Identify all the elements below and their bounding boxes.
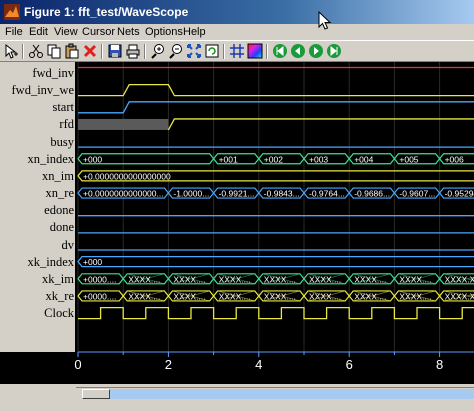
paste-icon[interactable] [64, 43, 80, 59]
bus-value-label: XXXX.... [264, 291, 296, 301]
menu-file[interactable]: File [5, 26, 23, 38]
bus-value-label: +0000.... [83, 274, 116, 284]
bus-value-label: XXXX.... [354, 274, 386, 284]
bus-value-label: -0.9764... [309, 189, 345, 199]
delete-icon[interactable] [82, 43, 98, 59]
horizontal-scrollbar[interactable] [76, 387, 474, 400]
signal-label[interactable]: start [0, 99, 74, 117]
clock-trace [78, 306, 474, 320]
bus-value-label: XXXX.... [354, 291, 386, 301]
signal-label[interactable]: fwd_inv [0, 65, 74, 83]
bus-value-label: +006 [445, 154, 464, 164]
bus-value-label: XXXX.... [219, 291, 251, 301]
scrollbar-track[interactable] [110, 389, 474, 399]
matlab-icon [4, 4, 20, 20]
time-axis-tick-label: 6 [346, 357, 353, 372]
bus-value-label: +000 [83, 257, 102, 267]
signal-trace [78, 84, 474, 97]
menu-help[interactable]: Help [183, 26, 206, 38]
signal-label[interactable]: fwd_inv_we [0, 82, 74, 100]
toolbar-separator [144, 44, 146, 59]
bus-value-label: -0.9843... [264, 189, 300, 199]
bus-value-label: +001 [219, 154, 238, 164]
first-icon[interactable] [272, 43, 288, 59]
bus-value-label: -0.952941... [445, 189, 474, 199]
bus-value-label: -1.0000... [173, 189, 209, 199]
menu-view[interactable]: View [54, 26, 78, 38]
bus-value-label: XXXX.... [128, 274, 160, 284]
signal-label[interactable]: xk_index [0, 253, 74, 271]
menu-options[interactable]: Options [145, 26, 183, 38]
menu-bar: File Edit View Cursor Nets Options Help [0, 24, 474, 40]
signal-label[interactable]: xn_im [0, 167, 74, 186]
window-titlebar[interactable]: Figure 1: fft_test/WaveScope [0, 0, 474, 24]
print-icon[interactable] [125, 43, 141, 59]
signal-trace [167, 118, 474, 131]
signal-label[interactable]: xk_re [0, 287, 74, 306]
bus-value-label: +003 [309, 154, 328, 164]
signal-label[interactable]: xn_re [0, 185, 74, 203]
menu-cursor[interactable]: Cursor [82, 26, 115, 38]
signal-label[interactable]: rfd [0, 116, 74, 134]
zoom-fit-icon[interactable] [186, 43, 202, 59]
signal-label[interactable]: xn_index [0, 150, 74, 168]
cut-icon[interactable] [28, 43, 44, 59]
bus-value-label: XXXX.... [309, 291, 341, 301]
window-title: Figure 1: fft_test/WaveScope [24, 5, 189, 19]
color-icon[interactable] [247, 43, 263, 59]
bus-value-label: +002 [264, 154, 283, 164]
bus-value-label: -0.9921... [219, 189, 255, 199]
bus-value-label: -0.9607... [399, 189, 435, 199]
bus-value-label: +000 [83, 154, 102, 164]
zoom-in-icon[interactable] [150, 43, 166, 59]
signal-label[interactable]: edone [0, 202, 74, 220]
next-icon[interactable] [308, 43, 324, 59]
save-icon[interactable] [107, 43, 123, 59]
bus-value-label: XXXX.... [264, 274, 296, 284]
time-axis-tick-label: 4 [255, 357, 262, 372]
menu-nets[interactable]: Nets [117, 26, 140, 38]
signal-label[interactable]: Clock [0, 305, 74, 323]
bus-value-label: XXXX.... [173, 274, 205, 284]
signal-label[interactable]: busy [0, 133, 74, 151]
signal-trace [78, 101, 474, 114]
toolbar-separator [22, 44, 24, 59]
bus-value-label: +005 [399, 154, 418, 164]
bus-value-label: +0000.... [83, 291, 116, 301]
undefined-region [78, 118, 169, 130]
bus-value-label: -0.9686... [354, 189, 390, 199]
toolbar [0, 40, 474, 62]
time-axis-tick-label: 2 [165, 357, 172, 372]
grid-icon[interactable] [229, 43, 245, 59]
signal-label[interactable]: dv [0, 236, 74, 254]
signal-label[interactable]: done [0, 219, 74, 237]
cursor-tool-icon[interactable] [3, 43, 19, 59]
time-axis-tick-label: 0 [74, 357, 81, 372]
bus-segment [77, 256, 474, 268]
bus-value-label: XXXX.... [399, 291, 431, 301]
refresh-icon[interactable] [204, 43, 220, 59]
bus-value-label: +004 [354, 154, 373, 164]
bus-value-label: XXXX.... [173, 291, 205, 301]
bus-value-label: +0.0000000000000... [83, 189, 164, 199]
bus-value-label: XXXX.XX... [445, 274, 474, 284]
signal-label[interactable]: xk_im [0, 270, 74, 288]
waveform-plot[interactable]: +000 +001 +002 +003 +004 +005 +006 +0.000000000… [0, 62, 474, 384]
toolbar-separator [266, 44, 268, 59]
bus-value-label: XXXX.... [309, 274, 341, 284]
copy-icon[interactable] [46, 43, 62, 59]
previous-icon[interactable] [290, 43, 306, 59]
last-icon[interactable] [326, 43, 342, 59]
bus-value-label: XXXX.XX... [445, 291, 474, 301]
bus-value-label: XXXX.... [399, 274, 431, 284]
toolbar-separator [101, 44, 103, 59]
zoom-out-icon[interactable] [168, 43, 184, 59]
menu-edit[interactable]: Edit [29, 26, 48, 38]
bus-value-label: XXXX.... [128, 291, 160, 301]
bus-value-label: XXXX.... [219, 274, 251, 284]
bus-value-label: +0.0000000000000000 [83, 171, 171, 181]
time-axis-tick-label: 8 [436, 357, 443, 372]
scrollbar-thumb[interactable] [82, 389, 110, 399]
toolbar-separator [223, 44, 225, 59]
